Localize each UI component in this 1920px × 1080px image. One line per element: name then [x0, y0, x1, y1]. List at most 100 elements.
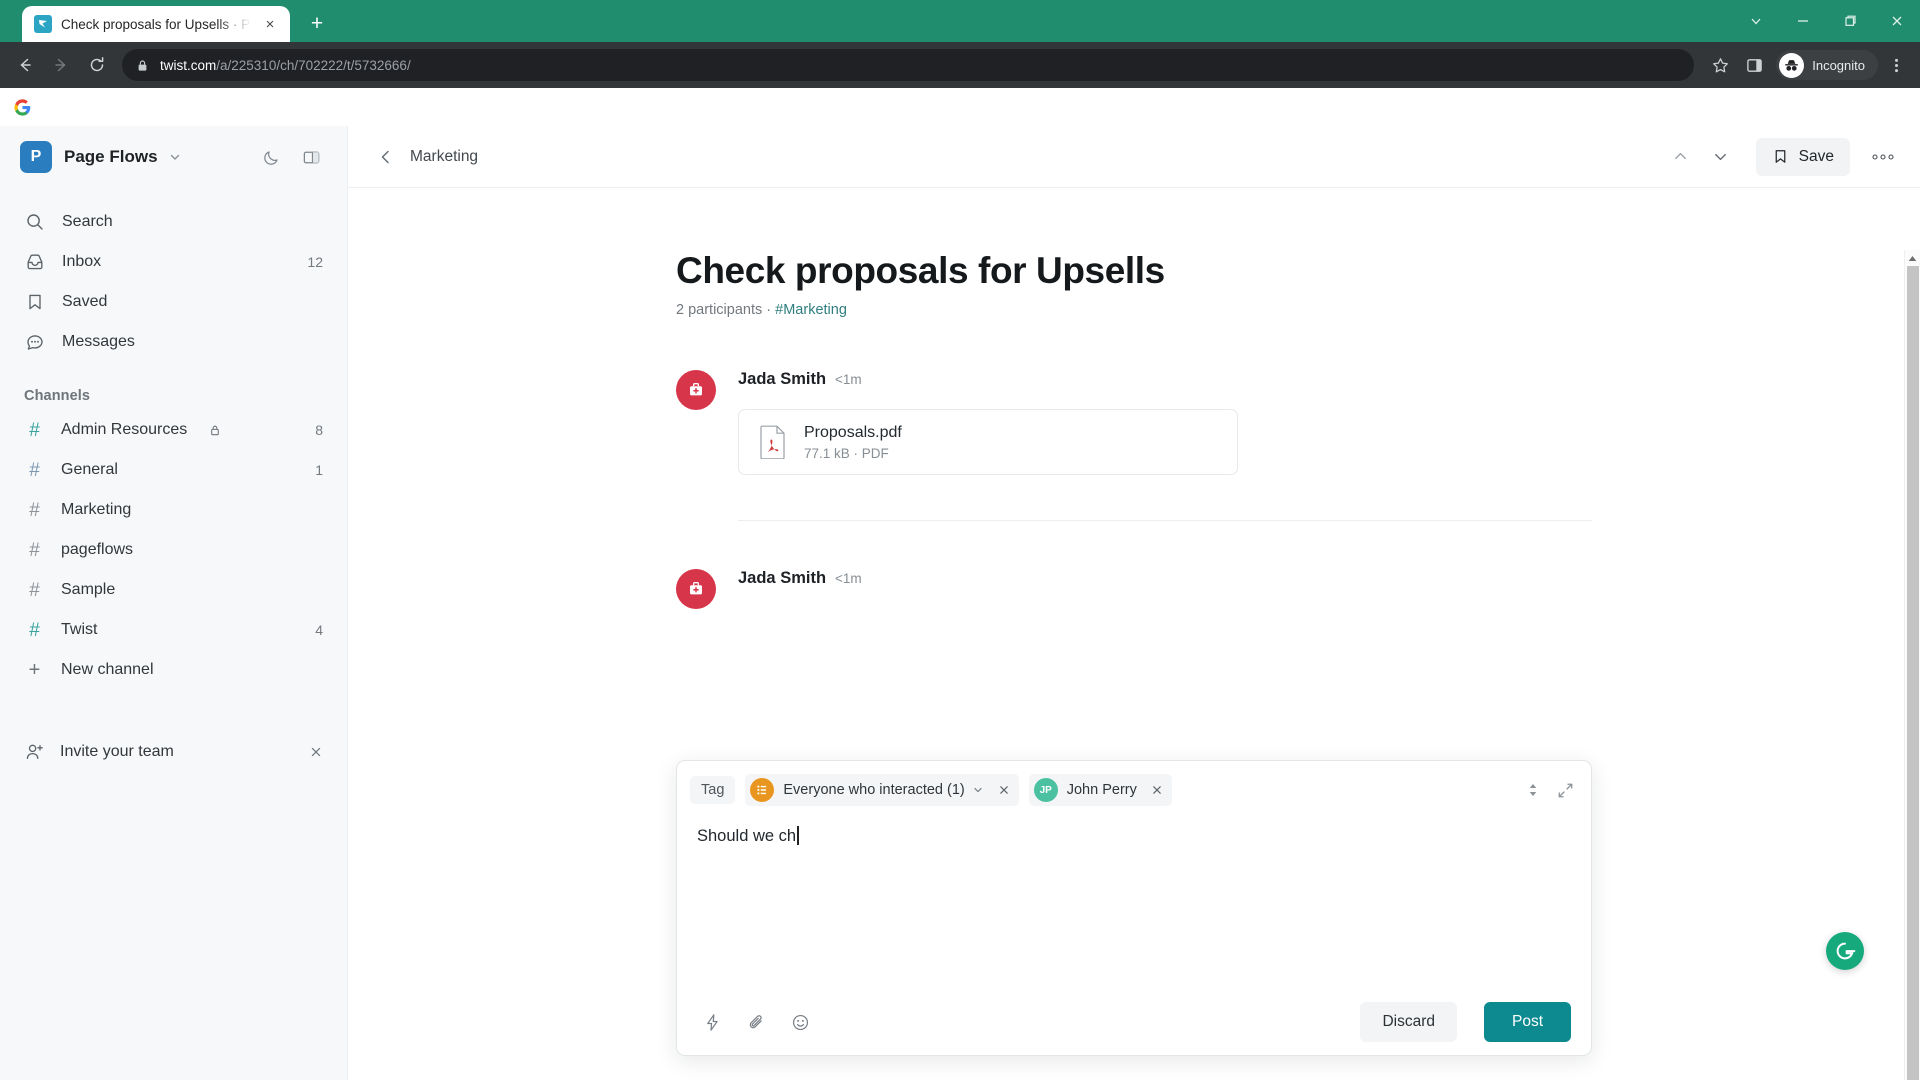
composer-text: Should we ch	[697, 827, 797, 845]
avatar[interactable]	[676, 569, 716, 610]
chevron-up-icon[interactable]	[1664, 140, 1698, 174]
expand-collapse-icon[interactable]	[1520, 776, 1546, 804]
remove-tag-icon[interactable]	[1151, 784, 1163, 796]
chevron-left-icon[interactable]	[372, 143, 400, 171]
sidebar-item-pageflows[interactable]: # pageflows	[0, 530, 347, 570]
user-avatar: JP	[1033, 778, 1058, 802]
channel-name: General	[61, 461, 118, 478]
sidebar-item-inbox[interactable]: Inbox 12	[0, 242, 347, 282]
workspace-logo: P	[20, 141, 52, 173]
tab-title: Check proposals for Upsells · Pa	[61, 16, 251, 32]
twist-app: P Page Flows Search Inbox 12 Saved Messa…	[0, 126, 1920, 1080]
new-channel-button[interactable]: + New channel	[0, 650, 347, 690]
text-caret	[797, 826, 799, 845]
tag-chip-john-perry[interactable]: JP John Perry	[1028, 774, 1172, 806]
attachment-card[interactable]: Proposals.pdf 77.1 kB · PDF	[738, 409, 1238, 476]
sidebar-item-search[interactable]: Search	[0, 202, 347, 242]
minimize-icon[interactable]	[1779, 0, 1826, 42]
sidebar-item-sample[interactable]: # Sample	[0, 570, 347, 610]
window-close-icon[interactable]	[1873, 0, 1920, 42]
add-person-icon	[24, 742, 45, 763]
address-bar[interactable]: twist.com/a/225310/ch/702222/t/5732666/	[122, 49, 1695, 81]
chevron-down-icon[interactable]	[972, 784, 984, 796]
avatar[interactable]	[676, 370, 716, 411]
profile-label: Incognito	[1812, 57, 1865, 73]
sidebar-item-label: Messages	[62, 333, 135, 350]
chevron-down-icon[interactable]	[1704, 140, 1738, 174]
composer-editor[interactable]: Should we ch	[677, 811, 1591, 989]
close-icon[interactable]: ×	[260, 14, 280, 34]
pdf-file-icon	[759, 425, 787, 460]
discard-button[interactable]: Discard	[1360, 1002, 1457, 1042]
sidebar-item-general[interactable]: # General 1	[0, 450, 347, 490]
breadcrumb[interactable]: Marketing	[410, 148, 478, 166]
bookmark-star-icon[interactable]	[1704, 49, 1736, 81]
moon-icon[interactable]	[257, 143, 285, 171]
invite-team-row[interactable]: Invite your team	[0, 732, 347, 772]
attachment-name: Proposals.pdf	[804, 423, 902, 441]
workspace-header: P Page Flows	[0, 126, 347, 188]
sidebar-item-marketing[interactable]: # Marketing	[0, 490, 347, 530]
hash-icon: #	[29, 579, 40, 601]
message-time: <1m	[835, 571, 862, 587]
side-panel-icon[interactable]	[1738, 49, 1770, 81]
message-author: Jada Smith	[738, 370, 827, 389]
channel-count: 4	[315, 622, 323, 638]
plus-icon: +	[28, 659, 41, 681]
profile-incognito-button[interactable]: Incognito	[1776, 50, 1878, 80]
tag-chip-label: Everyone who interacted (1)	[783, 782, 965, 798]
message-item: Jada Smith <1m Proposals.pdf 77.1 kB · P…	[676, 370, 1592, 522]
scrollbar-track[interactable]	[1905, 266, 1920, 1080]
search-icon	[24, 212, 45, 233]
composer-footer: Discard Post	[677, 989, 1591, 1055]
back-icon[interactable]	[8, 48, 42, 82]
sidebar-item-twist[interactable]: # Twist 4	[0, 610, 347, 650]
sidebar-item-messages[interactable]: Messages	[0, 322, 347, 362]
close-icon[interactable]	[309, 745, 323, 759]
new-tab-button[interactable]: +	[302, 9, 332, 39]
channel-name: Twist	[61, 621, 98, 638]
url-path: /a/225310/ch/702222/t/5732666/	[216, 57, 411, 73]
chrome-menu-icon[interactable]	[1880, 49, 1912, 81]
fullscreen-icon[interactable]	[1552, 776, 1578, 804]
sidebar-item-admin-resources[interactable]: # Admin Resources 8	[0, 410, 347, 450]
bookmark-icon	[1772, 148, 1789, 165]
channel-link[interactable]: #Marketing	[775, 302, 847, 318]
tab-strip: Check proposals for Upsells · Pa × +	[0, 0, 1920, 42]
sidebar-item-label: Search	[62, 213, 113, 230]
save-button[interactable]: Save	[1755, 137, 1850, 176]
hash-icon: #	[29, 619, 40, 641]
more-horizontal-icon[interactable]	[1864, 140, 1902, 174]
scroll-up-icon[interactable]	[1905, 250, 1920, 266]
reload-icon[interactable]	[80, 48, 114, 82]
attach-file-icon[interactable]	[741, 1007, 771, 1037]
hash-icon: #	[29, 459, 40, 481]
quick-action-icon[interactable]	[697, 1007, 727, 1037]
browser-tab[interactable]: Check proposals for Upsells · Pa ×	[22, 6, 290, 42]
maximize-icon[interactable]	[1826, 0, 1873, 42]
emoji-icon[interactable]	[785, 1007, 815, 1037]
channel-count: 1	[315, 462, 323, 478]
remove-tag-icon[interactable]	[998, 784, 1010, 796]
vertical-scrollbar[interactable]	[1904, 250, 1920, 1080]
url-host: twist.com	[160, 57, 217, 73]
scrollbar-thumb[interactable]	[1906, 266, 1919, 1080]
channel-list: # Admin Resources 8 # General 1 # Market…	[0, 410, 347, 690]
thread-header: Marketing Save	[348, 126, 1920, 188]
post-button[interactable]: Post	[1483, 1002, 1571, 1042]
workspace-name[interactable]: Page Flows	[64, 147, 158, 167]
thread-content: Check proposals for Upsells 2 participan…	[676, 250, 1592, 610]
google-bookmark-icon[interactable]	[12, 97, 32, 117]
save-label: Save	[1798, 147, 1834, 165]
chevron-down-icon[interactable]	[168, 150, 182, 164]
tag-chip-everyone[interactable]: Everyone who interacted (1)	[745, 774, 1019, 806]
toggle-sidebar-icon[interactable]	[297, 143, 325, 171]
channel-name: Marketing	[61, 501, 132, 518]
sidebar-nav: Search Inbox 12 Saved Messages	[0, 202, 347, 362]
bookmarks-bar	[0, 88, 1920, 126]
sidebar-item-saved[interactable]: Saved	[0, 282, 347, 322]
tab-search-icon[interactable]	[1732, 0, 1779, 42]
sidebar-item-label: Saved	[62, 293, 108, 310]
tag-label[interactable]: Tag	[690, 776, 736, 804]
grammarly-button[interactable]	[1826, 932, 1864, 970]
